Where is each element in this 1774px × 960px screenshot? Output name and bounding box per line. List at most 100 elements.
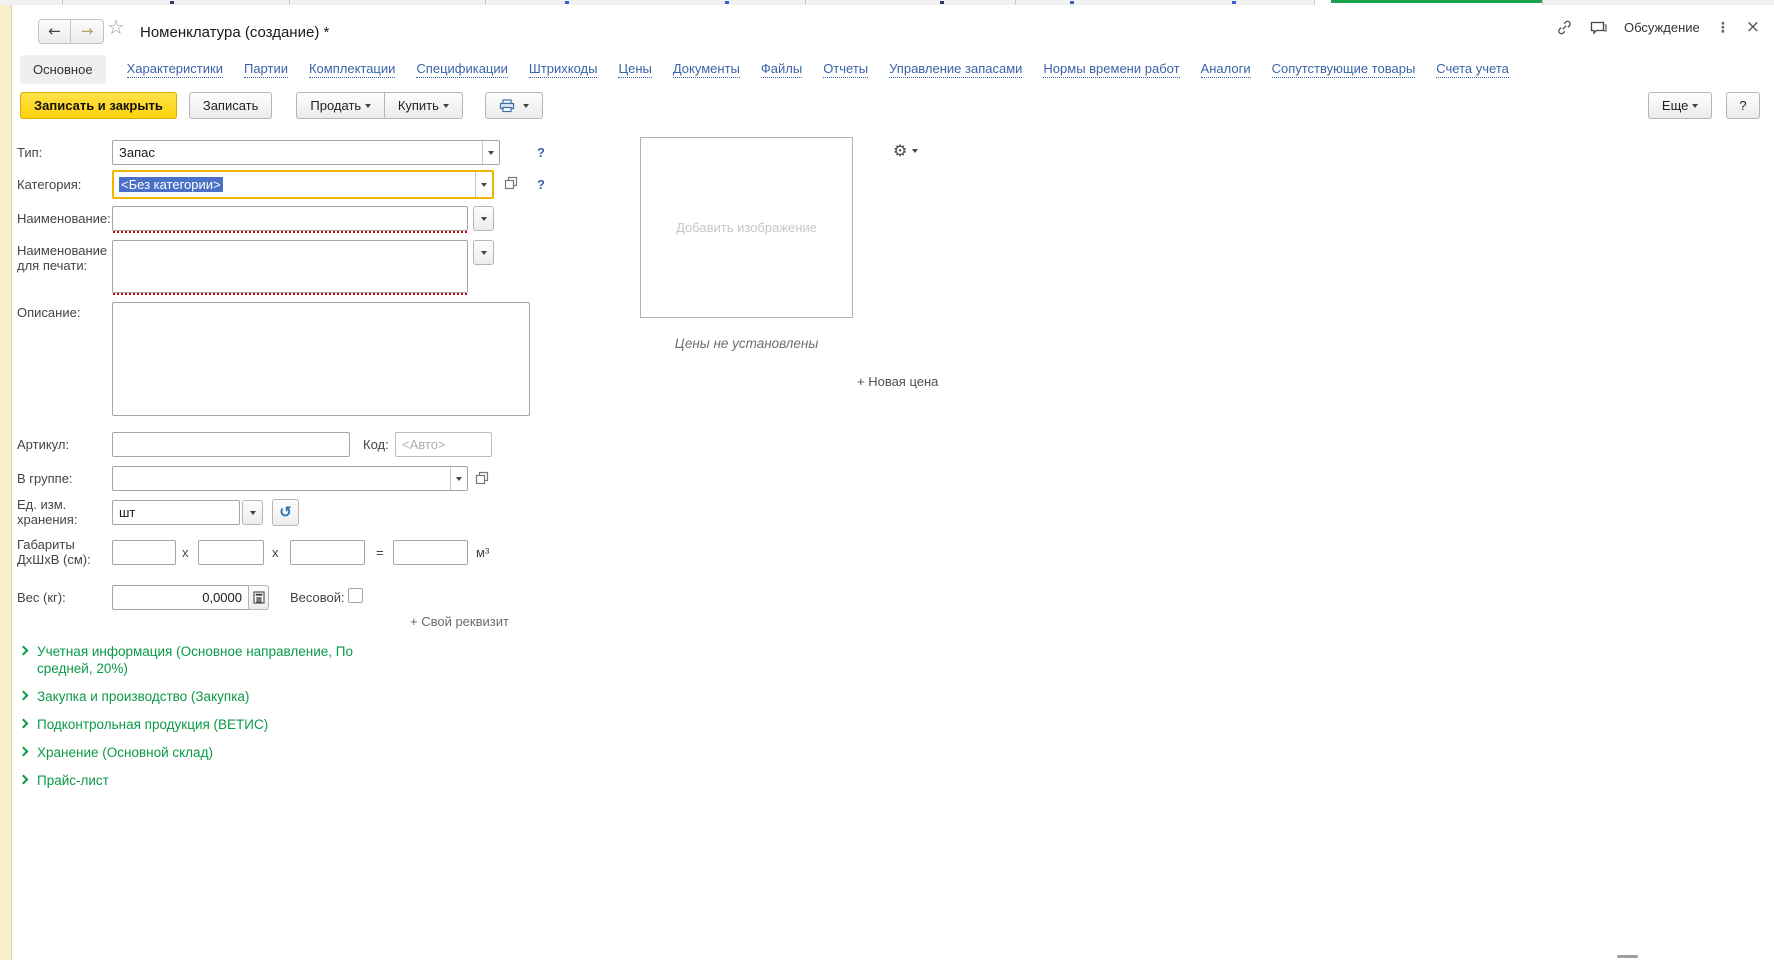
prices-not-set-note: Цены не установлены <box>640 336 853 351</box>
section-storage[interactable]: Хранение (Основной склад) <box>20 744 213 761</box>
print-name-label: Наименование для печати: <box>17 243 109 273</box>
favorite-star-icon[interactable]: ☆ <box>107 17 125 37</box>
dimension-height-input[interactable] <box>290 540 365 565</box>
add-custom-attribute-link[interactable]: + Свой реквизит <box>410 614 509 629</box>
tab-fayly[interactable]: Файлы <box>761 61 802 78</box>
required-marker <box>113 293 467 295</box>
tab-soputstvuyushchie[interactable]: Сопутствующие товары <box>1272 61 1416 78</box>
equals-sign: = <box>376 545 384 560</box>
description-label: Описание: <box>17 305 109 320</box>
tab-upravlenie-zapasami[interactable]: Управление запасами <box>889 61 1022 78</box>
category-help-icon[interactable]: ? <box>534 177 548 192</box>
print-name-textarea[interactable] <box>112 240 468 293</box>
dimension-separator: x <box>272 545 279 560</box>
side-panel-strip[interactable] <box>0 5 12 960</box>
tab-ceny[interactable]: Цены <box>618 61 651 78</box>
print-name-dropdown-button[interactable] <box>473 240 494 265</box>
code-placeholder: <Авто> <box>402 437 446 452</box>
unit-label: Ед. изм. хранения: <box>17 497 109 527</box>
tab-dokumenty[interactable]: Документы <box>673 61 740 78</box>
weighted-label: Весовой: <box>290 590 350 605</box>
chevron-down-icon <box>912 149 918 153</box>
required-marker <box>113 231 467 233</box>
copy-link-icon[interactable] <box>1556 19 1573 36</box>
section-purchase-production[interactable]: Закупка и производство (Закупка) <box>20 688 249 705</box>
category-combobox[interactable]: <Без категории> <box>112 170 494 199</box>
unit-history-button[interactable]: ↺ <box>272 499 299 526</box>
type-combobox[interactable]: Запас <box>112 140 500 165</box>
chevron-down-icon[interactable] <box>482 141 499 164</box>
tab-scheta-ucheta[interactable]: Счета учета <box>1436 61 1509 78</box>
scroll-grip[interactable] <box>1617 955 1638 958</box>
chevron-right-icon <box>19 775 29 785</box>
chevron-right-icon <box>19 691 29 701</box>
tab-favicon <box>170 1 174 4</box>
section-controlled-products[interactable]: Подконтрольная продукция (ВЕТИС) <box>20 716 268 733</box>
page-title: Номенклатура (создание) * <box>140 24 329 41</box>
sell-button[interactable]: Продать <box>296 92 384 119</box>
section-tabs: Основное Характеристики Партии Комплекта… <box>12 51 1774 87</box>
open-category-icon[interactable] <box>504 176 518 190</box>
tab-kharakteristiki[interactable]: Характеристики <box>127 61 223 78</box>
chevron-right-icon <box>19 646 29 656</box>
forward-button[interactable]: → <box>71 19 104 44</box>
name-dropdown-button[interactable] <box>473 206 494 231</box>
title-bar: ← → ☆ Номенклатура (создание) * Обсужден… <box>12 5 1774 51</box>
more-menu-icon[interactable]: ⋮ <box>1716 21 1730 35</box>
buy-button[interactable]: Купить <box>385 92 463 119</box>
dimension-length-input[interactable] <box>112 540 176 565</box>
tab-osnovnoe[interactable]: Основное <box>20 55 106 84</box>
unit-dropdown-button[interactable] <box>242 500 263 525</box>
calculator-icon <box>253 591 265 604</box>
chevron-down-icon <box>1692 104 1698 108</box>
print-button[interactable] <box>485 92 543 119</box>
tab-komplektacii[interactable]: Комплектации <box>309 61 395 78</box>
article-input[interactable] <box>112 432 350 457</box>
new-price-link[interactable]: + Новая цена <box>857 374 938 389</box>
calculator-button[interactable] <box>248 585 269 610</box>
tab-favicon <box>1070 1 1074 4</box>
section-accounting-info[interactable]: Учетная информация (Основное направление… <box>20 643 382 677</box>
dimensions-label: Габариты ДхШхВ (см): <box>17 537 109 567</box>
add-image-placeholder: Добавить изображение <box>676 220 817 235</box>
section-price-list[interactable]: Прайс-лист <box>20 772 109 789</box>
type-label: Тип: <box>17 145 109 160</box>
dimension-width-input[interactable] <box>198 540 264 565</box>
weight-input[interactable]: 0,0000 <box>112 585 249 610</box>
group-combobox[interactable] <box>112 466 468 491</box>
add-image-dropzone[interactable]: Добавить изображение <box>640 137 853 318</box>
weighted-checkbox[interactable] <box>348 588 363 603</box>
volume-input[interactable] <box>393 540 468 565</box>
more-button[interactable]: Еще <box>1648 92 1712 119</box>
action-toolbar: Записать и закрыть Записать Продать Купи… <box>12 92 1774 124</box>
chevron-down-icon <box>365 104 371 108</box>
help-button[interactable]: ? <box>1726 92 1760 119</box>
code-input[interactable]: <Авто> <box>395 432 492 457</box>
tab-otchety[interactable]: Отчеты <box>823 61 868 78</box>
discussion-label[interactable]: Обсуждение <box>1624 20 1700 35</box>
name-input[interactable] <box>112 206 468 231</box>
chevron-down-icon[interactable] <box>475 172 492 197</box>
chevron-right-icon <box>19 719 29 729</box>
save-and-close-button[interactable]: Записать и закрыть <box>20 92 177 119</box>
tab-partii[interactable]: Партии <box>244 61 288 78</box>
type-help-icon[interactable]: ? <box>534 145 548 160</box>
close-icon[interactable]: × <box>1746 19 1760 36</box>
tab-normy-vremeni[interactable]: Нормы времени работ <box>1043 61 1179 78</box>
discussion-icon[interactable] <box>1589 20 1608 36</box>
tab-analogi[interactable]: Аналоги <box>1201 61 1251 78</box>
open-group-icon[interactable] <box>475 471 489 485</box>
unit-input[interactable]: шт <box>112 500 240 525</box>
tab-favicon <box>725 1 729 4</box>
back-button[interactable]: ← <box>38 19 71 44</box>
description-textarea[interactable] <box>112 302 530 416</box>
tab-shtrihkody[interactable]: Штрихкоды <box>529 61 598 78</box>
article-label: Артикул: <box>17 437 109 452</box>
image-settings-button[interactable]: ⚙ <box>893 143 918 159</box>
tab-favicon <box>1232 1 1236 4</box>
chevron-right-icon <box>19 747 29 757</box>
save-button[interactable]: Записать <box>189 92 273 119</box>
category-selected-value: <Без категории> <box>119 177 223 192</box>
tab-specifikacii[interactable]: Спецификации <box>416 61 508 78</box>
chevron-down-icon[interactable] <box>450 467 467 490</box>
